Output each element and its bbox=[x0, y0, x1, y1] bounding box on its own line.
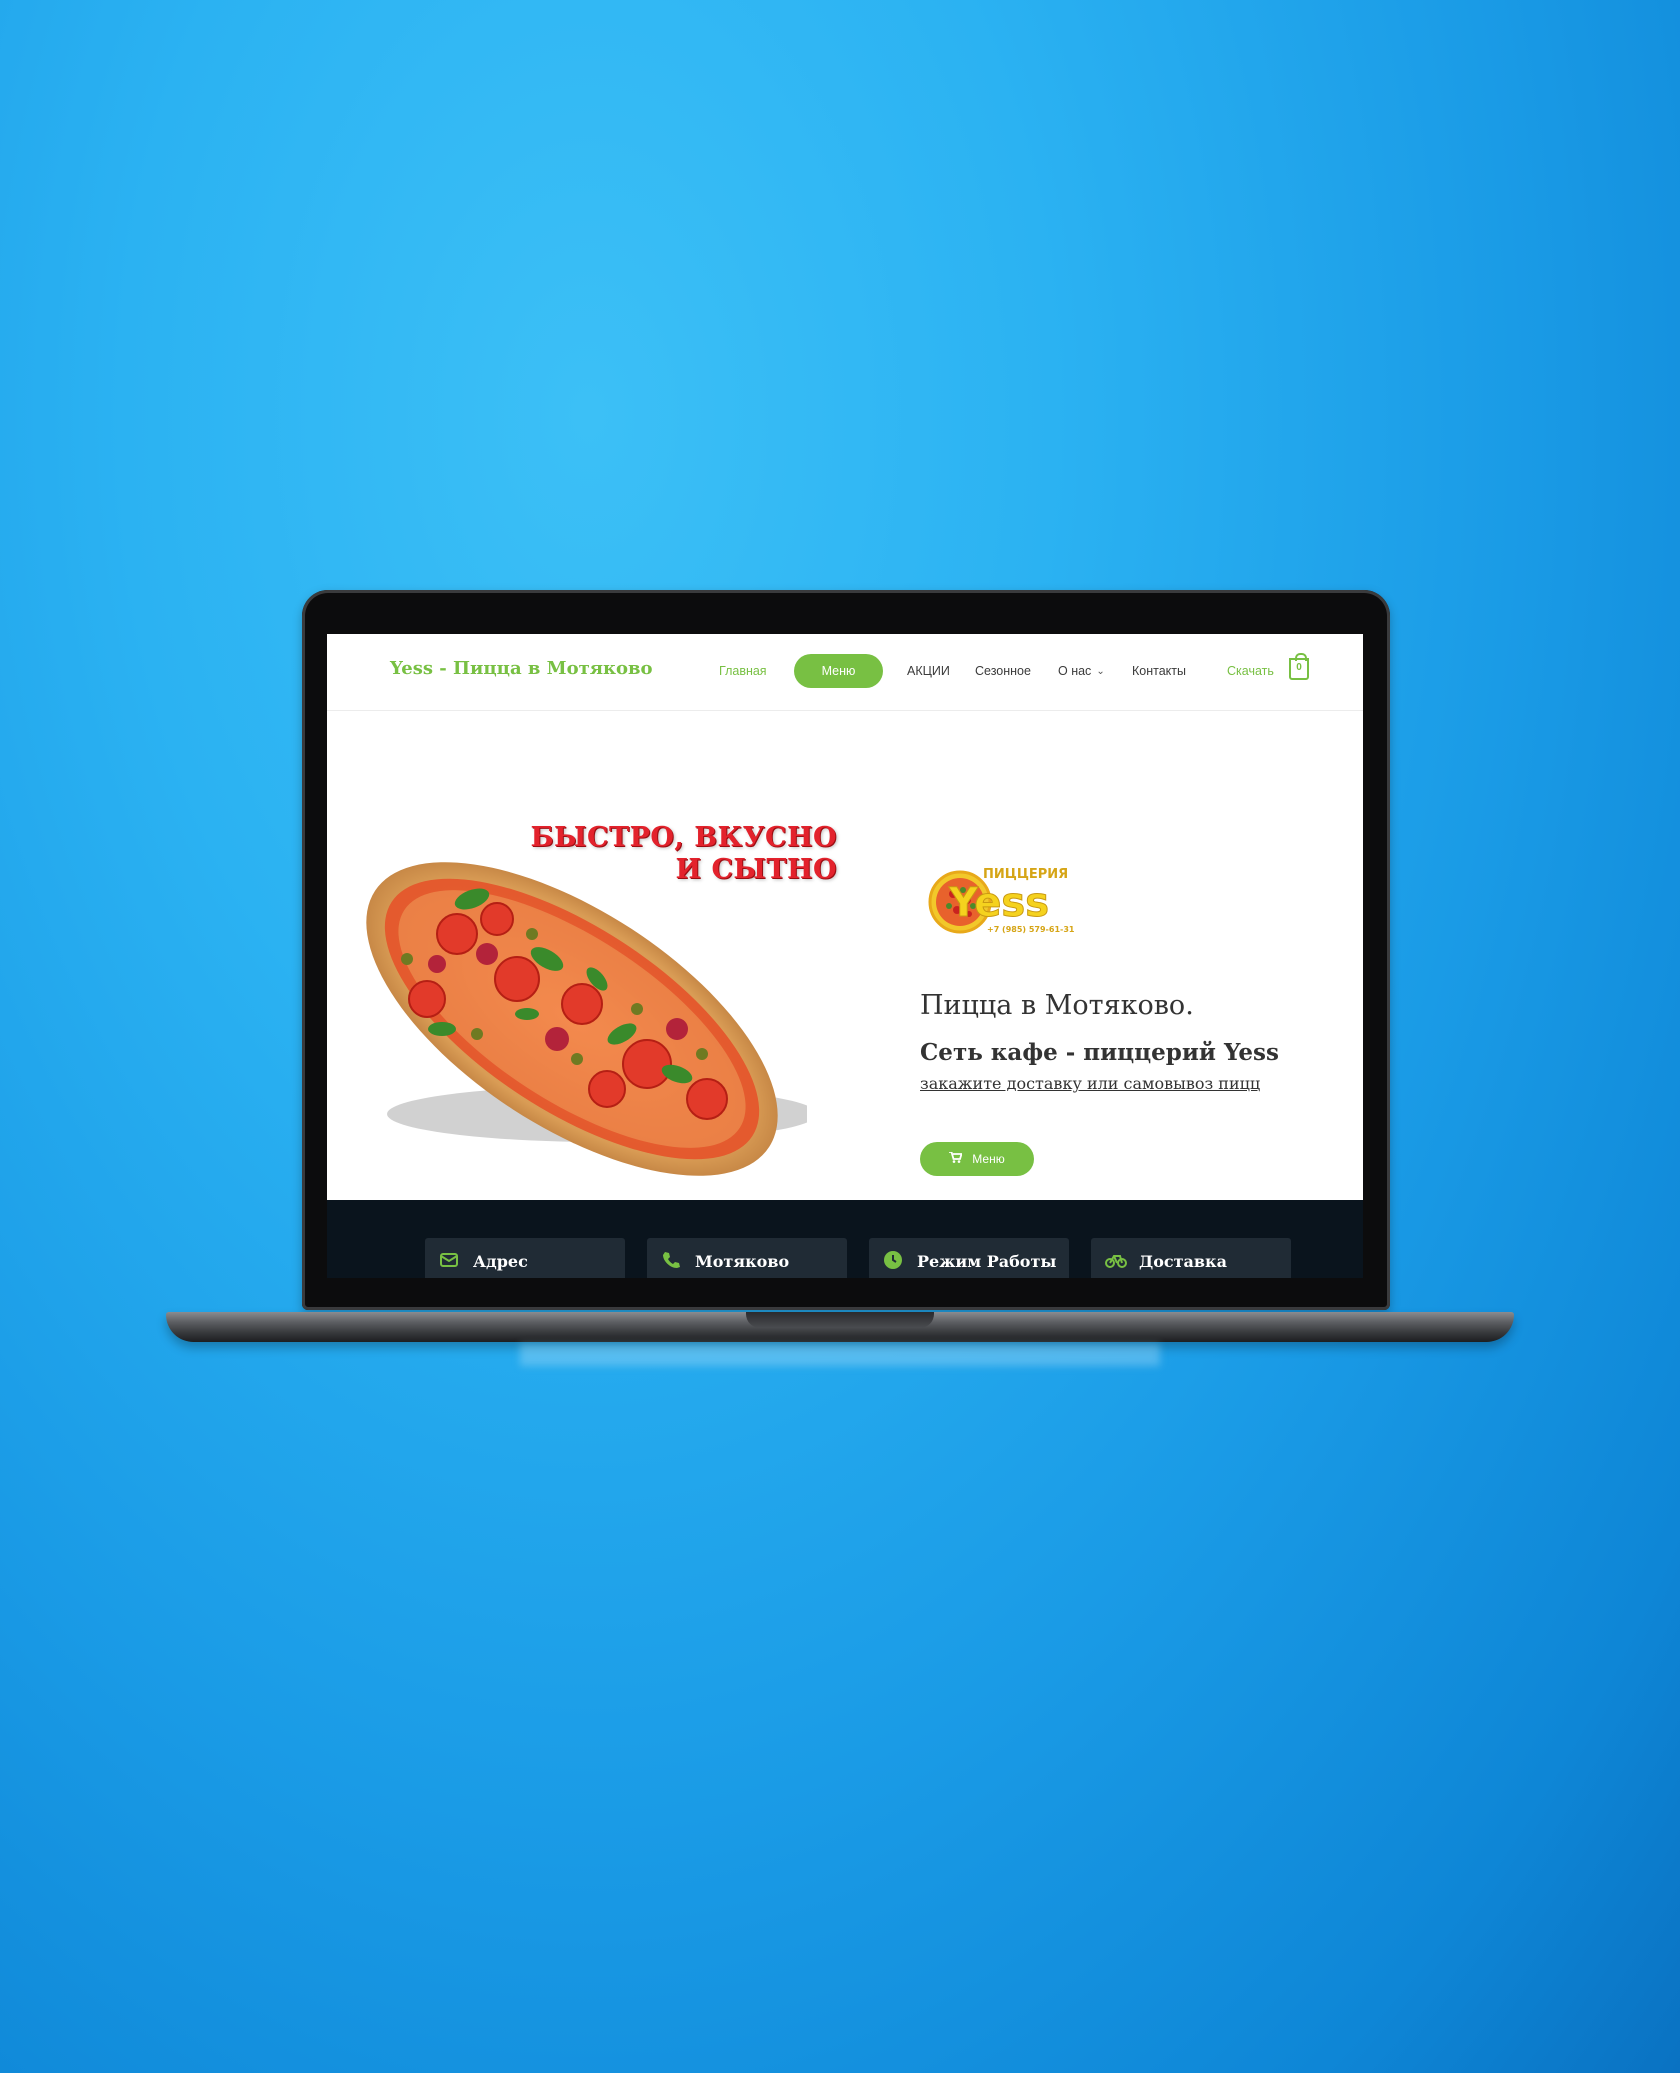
site-title[interactable]: Yess - Пицца в Мотяково bbox=[390, 658, 653, 679]
hero-slogan-line-1: БЫСТРО, ВКУСНО bbox=[530, 822, 837, 853]
info-bar: Адрес Мотяково Режим Работы Доставка bbox=[327, 1200, 1363, 1278]
nav-item-home[interactable]: Главная bbox=[719, 664, 767, 678]
hero-heading: Пицца в Мотяково. bbox=[920, 990, 1194, 1021]
hero-menu-button[interactable]: Меню bbox=[920, 1142, 1034, 1176]
base-reflection bbox=[520, 1344, 1160, 1366]
hero-menu-button-label: Меню bbox=[972, 1152, 1005, 1166]
hero-order-link[interactable]: закажите доставку или самовывоз пицц bbox=[920, 1074, 1260, 1093]
hero-slogan-line-2: И СЫТНО bbox=[675, 854, 837, 885]
info-card-hours[interactable]: Режим Работы bbox=[869, 1238, 1069, 1278]
logo-big-text: Yess bbox=[948, 880, 1049, 926]
chevron-down-icon: ⌄ bbox=[1096, 666, 1105, 677]
brand-logo[interactable]: ПИЦЦЕРИЯ Yess +7 (985) 579-61-31 bbox=[927, 854, 1087, 944]
hero-subheading: Сеть кафе - пиццерий Yess bbox=[920, 1039, 1279, 1066]
info-card-address[interactable]: Адрес bbox=[425, 1238, 625, 1278]
pizza-image bbox=[347, 859, 817, 1189]
phone-icon bbox=[661, 1250, 681, 1270]
info-card-address-label: Адрес bbox=[473, 1252, 528, 1271]
bicycle-icon bbox=[1105, 1250, 1127, 1270]
nav-item-contacts[interactable]: Контакты bbox=[1132, 664, 1186, 678]
nav-item-menu[interactable]: Меню bbox=[794, 654, 883, 688]
laptop-screen: Yess - Пицца в Мотяково Главная Меню АКЦ… bbox=[327, 634, 1363, 1278]
nav-item-seasonal[interactable]: Сезонное bbox=[975, 664, 1031, 678]
nav-item-about[interactable]: О нас ⌄ bbox=[1058, 664, 1105, 678]
hero-slogan: БЫСТРО, ВКУСНО И СЫТНО bbox=[507, 822, 837, 886]
laptop-notch bbox=[746, 1312, 934, 1328]
info-card-phone[interactable]: Мотяково bbox=[647, 1238, 847, 1278]
envelope-icon bbox=[439, 1250, 459, 1270]
info-card-delivery[interactable]: Доставка bbox=[1091, 1238, 1291, 1278]
site-header: Yess - Пицца в Мотяково Главная Меню АКЦ… bbox=[327, 634, 1363, 711]
logo-graphic: ПИЦЦЕРИЯ Yess +7 (985) 579-61-31 bbox=[928, 867, 1075, 934]
shopping-cart-icon bbox=[949, 1142, 963, 1176]
logo-phone-text: +7 (985) 579-61-31 bbox=[987, 925, 1075, 934]
download-link[interactable]: Скачать bbox=[1227, 664, 1274, 678]
nav-item-about-label: О нас bbox=[1058, 664, 1092, 678]
nav-item-promotions[interactable]: АКЦИИ bbox=[907, 664, 950, 678]
cart-icon[interactable]: 0 bbox=[1289, 653, 1309, 680]
clock-icon bbox=[883, 1250, 903, 1270]
info-card-delivery-label: Доставка bbox=[1139, 1252, 1227, 1271]
info-card-hours-label: Режим Работы bbox=[917, 1252, 1057, 1271]
info-card-phone-label: Мотяково bbox=[695, 1252, 790, 1271]
pizza-illustration bbox=[366, 862, 817, 1176]
cart-count: 0 bbox=[1296, 662, 1302, 673]
